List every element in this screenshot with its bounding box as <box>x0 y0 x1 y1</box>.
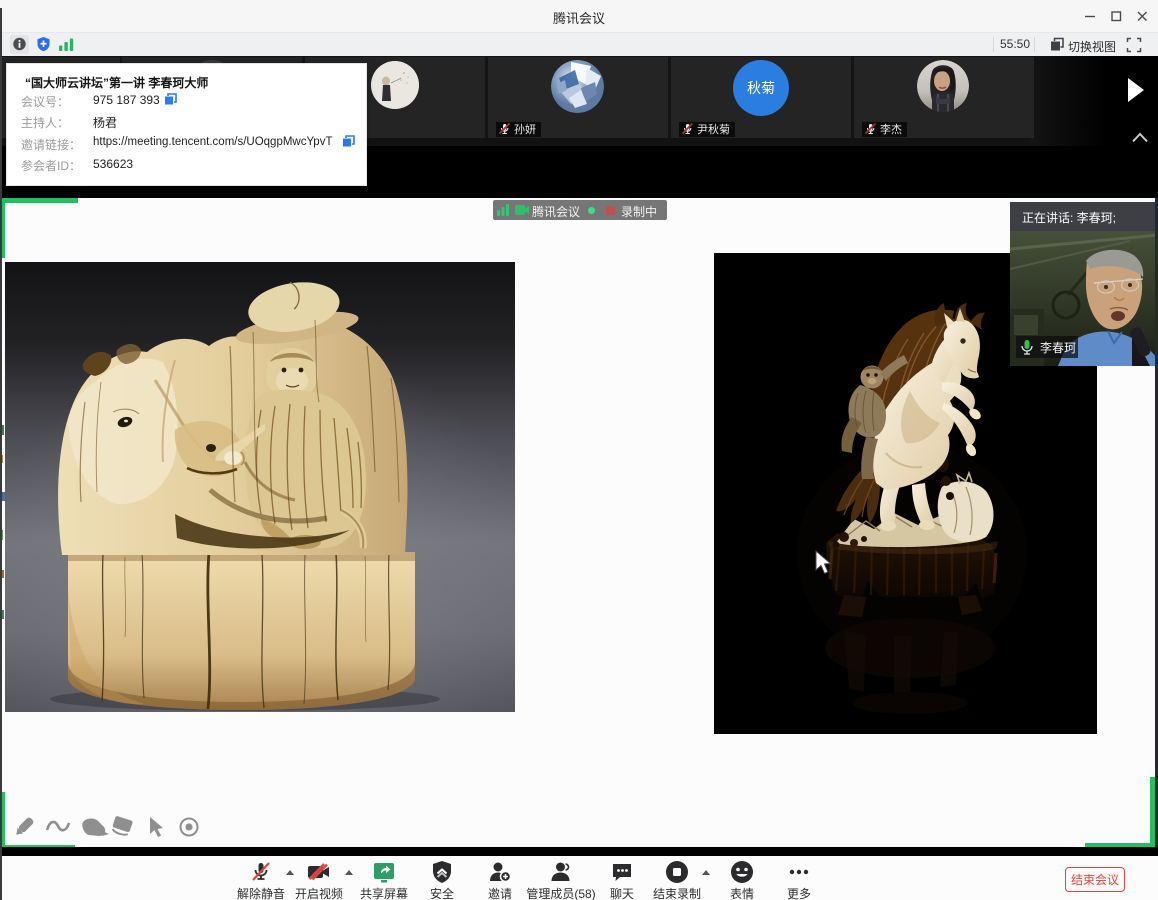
svg-text:李春珂: 李春珂 <box>1040 340 1076 355</box>
